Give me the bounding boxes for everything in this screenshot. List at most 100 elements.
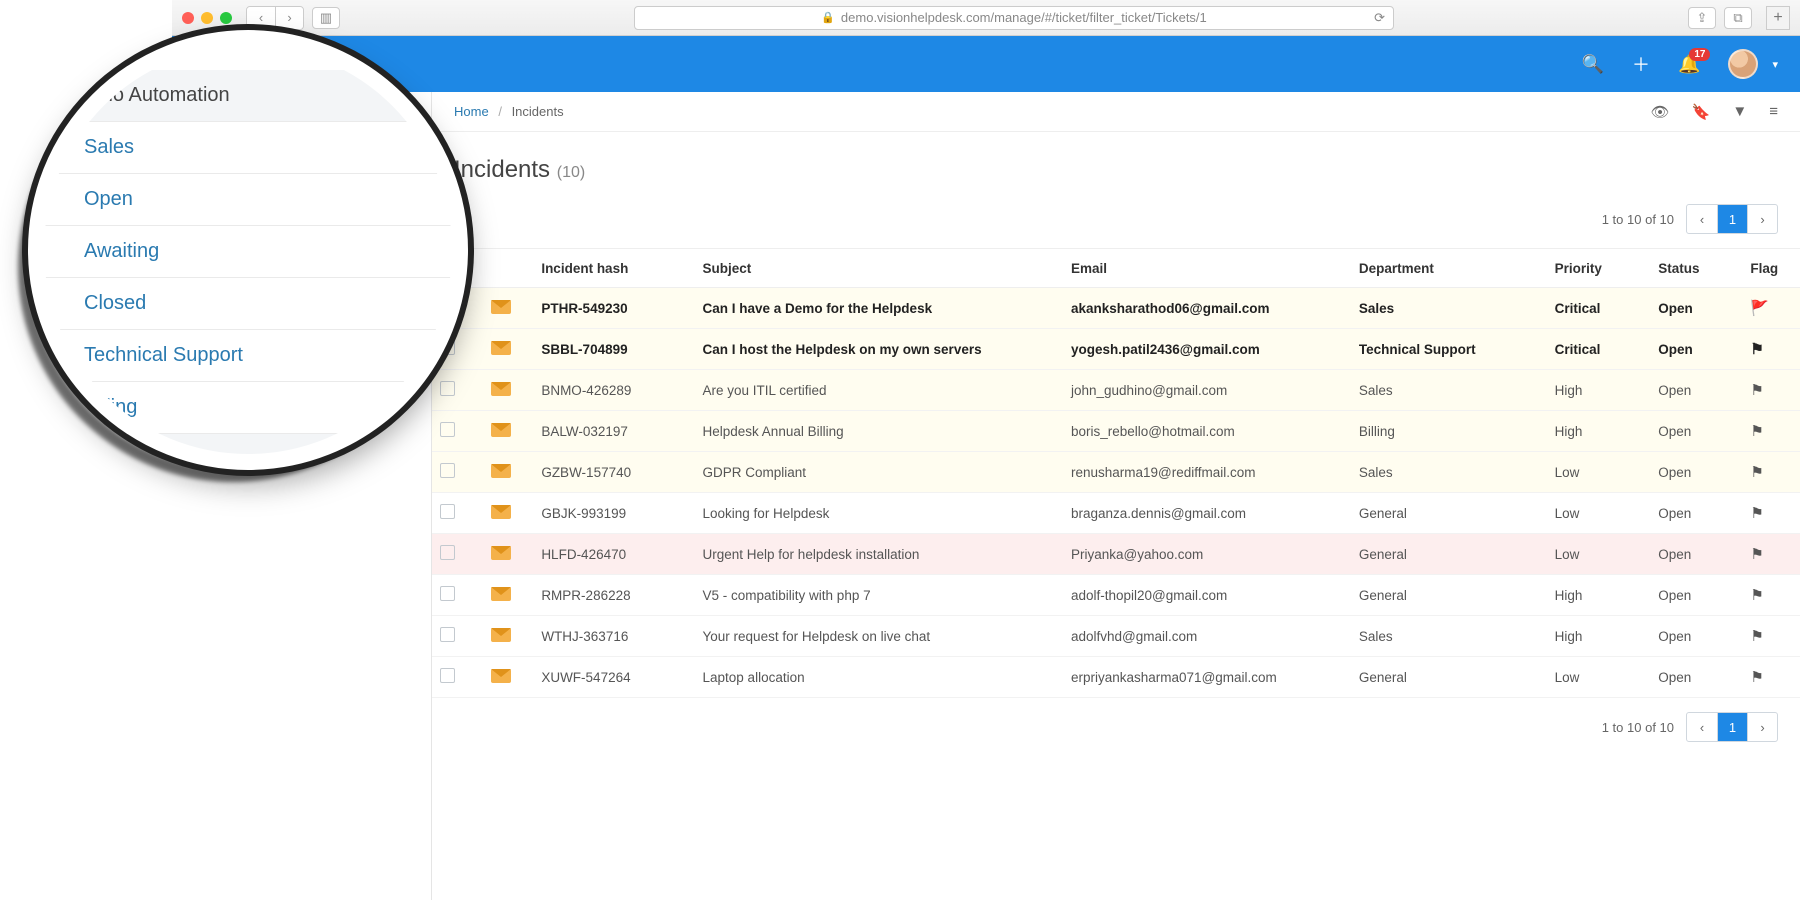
col-subject[interactable]: Subject [695,249,1063,288]
cell-priority: Critical [1547,288,1651,329]
notifications-icon[interactable]: 🔔 17 [1678,54,1700,75]
flag-icon[interactable]: ⚑ [1742,452,1800,493]
table-row[interactable]: WTHJ-363716Your request for Helpdesk on … [432,616,1800,657]
table-row[interactable]: XUWF-547264Laptop allocationerpriyankash… [432,657,1800,698]
pager-next[interactable]: › [1747,205,1777,233]
watch-icon[interactable]: 👁 [1651,103,1670,121]
table-row[interactable]: SBBL-704899Can I host the Helpdesk on my… [432,329,1800,370]
flag-icon[interactable]: ⚑ [1742,493,1800,534]
reload-icon[interactable]: ⟳ [1374,10,1385,26]
envelope-icon [491,382,511,396]
table-row[interactable]: GZBW-157740GDPR Compliantrenusharma19@re… [432,452,1800,493]
cell-subject[interactable]: GDPR Compliant [695,452,1063,493]
cell-email: akanksharathod06@gmail.com [1063,288,1351,329]
cell-subject[interactable]: V5 - compatibility with php 7 [695,575,1063,616]
toolbar-right: ⇪ ⧉ [1688,7,1752,29]
cell-subject[interactable]: Can I have a Demo for the Helpdesk [695,288,1063,329]
search-icon[interactable]: 🔍 [1582,54,1604,75]
forward-button[interactable]: › [275,7,303,29]
lens-item-open[interactable]: Open [44,174,452,226]
cell-subject[interactable]: Can I host the Helpdesk on my own server… [695,329,1063,370]
cell-hash: SBBL-704899 [533,329,694,370]
lens-item-awaiting[interactable]: Awaiting [44,226,452,278]
url-field[interactable]: 🔒 demo.visionhelpdesk.com/manage/#/ticke… [634,6,1394,30]
row-checkbox[interactable] [440,668,455,683]
row-checkbox[interactable] [440,627,455,642]
add-button[interactable]: ＋ [1632,51,1650,77]
table-row[interactable]: BNMO-426289Are you ITIL certifiedjohn_gu… [432,370,1800,411]
row-checkbox[interactable] [440,586,455,601]
cell-department: General [1351,575,1547,616]
cell-subject[interactable]: Laptop allocation [695,657,1063,698]
cell-status: Open [1650,657,1742,698]
pager-page-1-bottom[interactable]: 1 [1717,713,1747,741]
lens-item-technical-support[interactable]: Technical Support [44,330,452,382]
cell-email: braganza.dennis@gmail.com [1063,493,1351,534]
menu-icon[interactable]: ≡ [1769,103,1778,121]
flag-icon[interactable]: ⚑ [1742,657,1800,698]
avatar[interactable] [1728,49,1758,79]
filter-icon[interactable]: ▼ [1732,103,1747,121]
main: Home / Incidents 👁 🔖 ▼ ≡ Incidents (10) … [432,92,1800,900]
cell-hash: GBJK-993199 [533,493,694,534]
pager-prev[interactable]: ‹ [1687,205,1717,233]
pager-page-1[interactable]: 1 [1717,205,1747,233]
col-hash[interactable]: Incident hash [533,249,694,288]
maximize-window-button[interactable] [220,12,232,24]
col-priority[interactable]: Priority [1547,249,1651,288]
envelope-icon [491,505,511,519]
table-row[interactable]: BALW-032197Helpdesk Annual Billingboris_… [432,411,1800,452]
envelope-icon [491,464,511,478]
cell-email: Priyanka@yahoo.com [1063,534,1351,575]
flag-icon[interactable]: ⚑ [1742,534,1800,575]
cell-email: boris_rebello@hotmail.com [1063,411,1351,452]
cell-priority: Low [1547,534,1651,575]
col-flag[interactable]: Flag [1742,249,1800,288]
share-button[interactable]: ⇪ [1688,7,1716,29]
pager-next-bottom[interactable]: › [1747,713,1777,741]
cell-department: Sales [1351,452,1547,493]
cell-subject[interactable]: Urgent Help for helpdesk installation [695,534,1063,575]
row-checkbox[interactable] [440,504,455,519]
cell-department: Sales [1351,288,1547,329]
pager-range: 1 to 10 of 10 [1602,212,1674,227]
flag-icon[interactable]: ⚑ [1742,411,1800,452]
lens-item-sales[interactable]: Sales [44,122,452,174]
minimize-window-button[interactable] [201,12,213,24]
lens-item-billing[interactable]: Billing [44,382,452,434]
tabs-button[interactable]: ⧉ [1724,7,1752,29]
cell-status: Open [1650,411,1742,452]
col-department[interactable]: Department [1351,249,1547,288]
close-window-button[interactable] [182,12,194,24]
col-email[interactable]: Email [1063,249,1351,288]
new-tab-button[interactable]: + [1766,6,1790,30]
flag-icon[interactable]: ⚑ [1742,370,1800,411]
cell-subject[interactable]: Looking for Helpdesk [695,493,1063,534]
flag-icon[interactable]: ⚑ [1742,329,1800,370]
back-button[interactable]: ‹ [247,7,275,29]
row-checkbox[interactable] [440,545,455,560]
cell-subject[interactable]: Are you ITIL certified [695,370,1063,411]
chevron-down-icon[interactable]: ▾ [1772,58,1778,71]
table-row[interactable]: GBJK-993199Looking for Helpdeskbraganza.… [432,493,1800,534]
cell-subject[interactable]: Your request for Helpdesk on live chat [695,616,1063,657]
pager-prev-bottom[interactable]: ‹ [1687,713,1717,741]
lens-item-solo-software[interactable]: Solo Software [44,434,452,470]
table-row[interactable]: PTHR-549230Can I have a Demo for the Hel… [432,288,1800,329]
sidebar-toggle-button[interactable]: ▥ [312,7,340,29]
bookmark-icon[interactable]: 🔖 [1692,103,1711,121]
flag-icon[interactable]: ⚑ [1742,616,1800,657]
col-status[interactable]: Status [1650,249,1742,288]
lens-item-closed[interactable]: Closed [44,278,452,330]
lens-item-solo-automation[interactable]: Solo Automation [44,70,452,122]
flag-icon[interactable]: ⚑ [1742,575,1800,616]
cell-priority: High [1547,575,1651,616]
cell-priority: High [1547,411,1651,452]
cell-hash: WTHJ-363716 [533,616,694,657]
table-row[interactable]: HLFD-426470Urgent Help for helpdesk inst… [432,534,1800,575]
cell-email: john_gudhino@gmail.com [1063,370,1351,411]
cell-status: Open [1650,534,1742,575]
table-row[interactable]: RMPR-286228V5 - compatibility with php 7… [432,575,1800,616]
cell-subject[interactable]: Helpdesk Annual Billing [695,411,1063,452]
flag-icon[interactable]: 🚩 [1742,288,1800,329]
